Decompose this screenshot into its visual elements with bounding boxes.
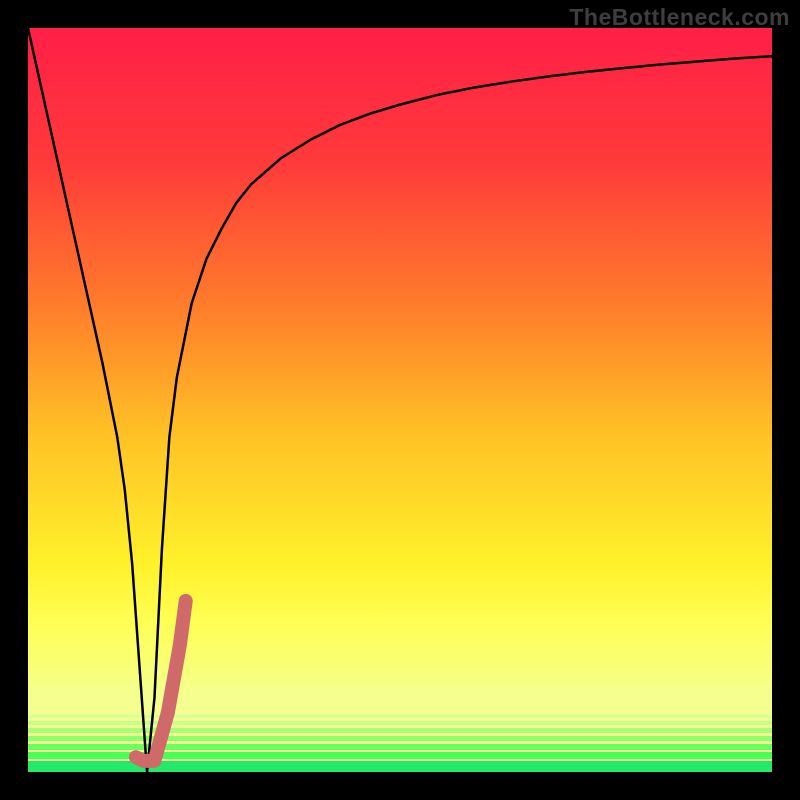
chart-curves	[28, 28, 772, 772]
chart-frame: TheBottleneck.com	[0, 0, 800, 800]
plot-area	[28, 28, 772, 772]
watermark-text: TheBottleneck.com	[569, 4, 790, 31]
bottleneck-curve	[28, 28, 772, 772]
